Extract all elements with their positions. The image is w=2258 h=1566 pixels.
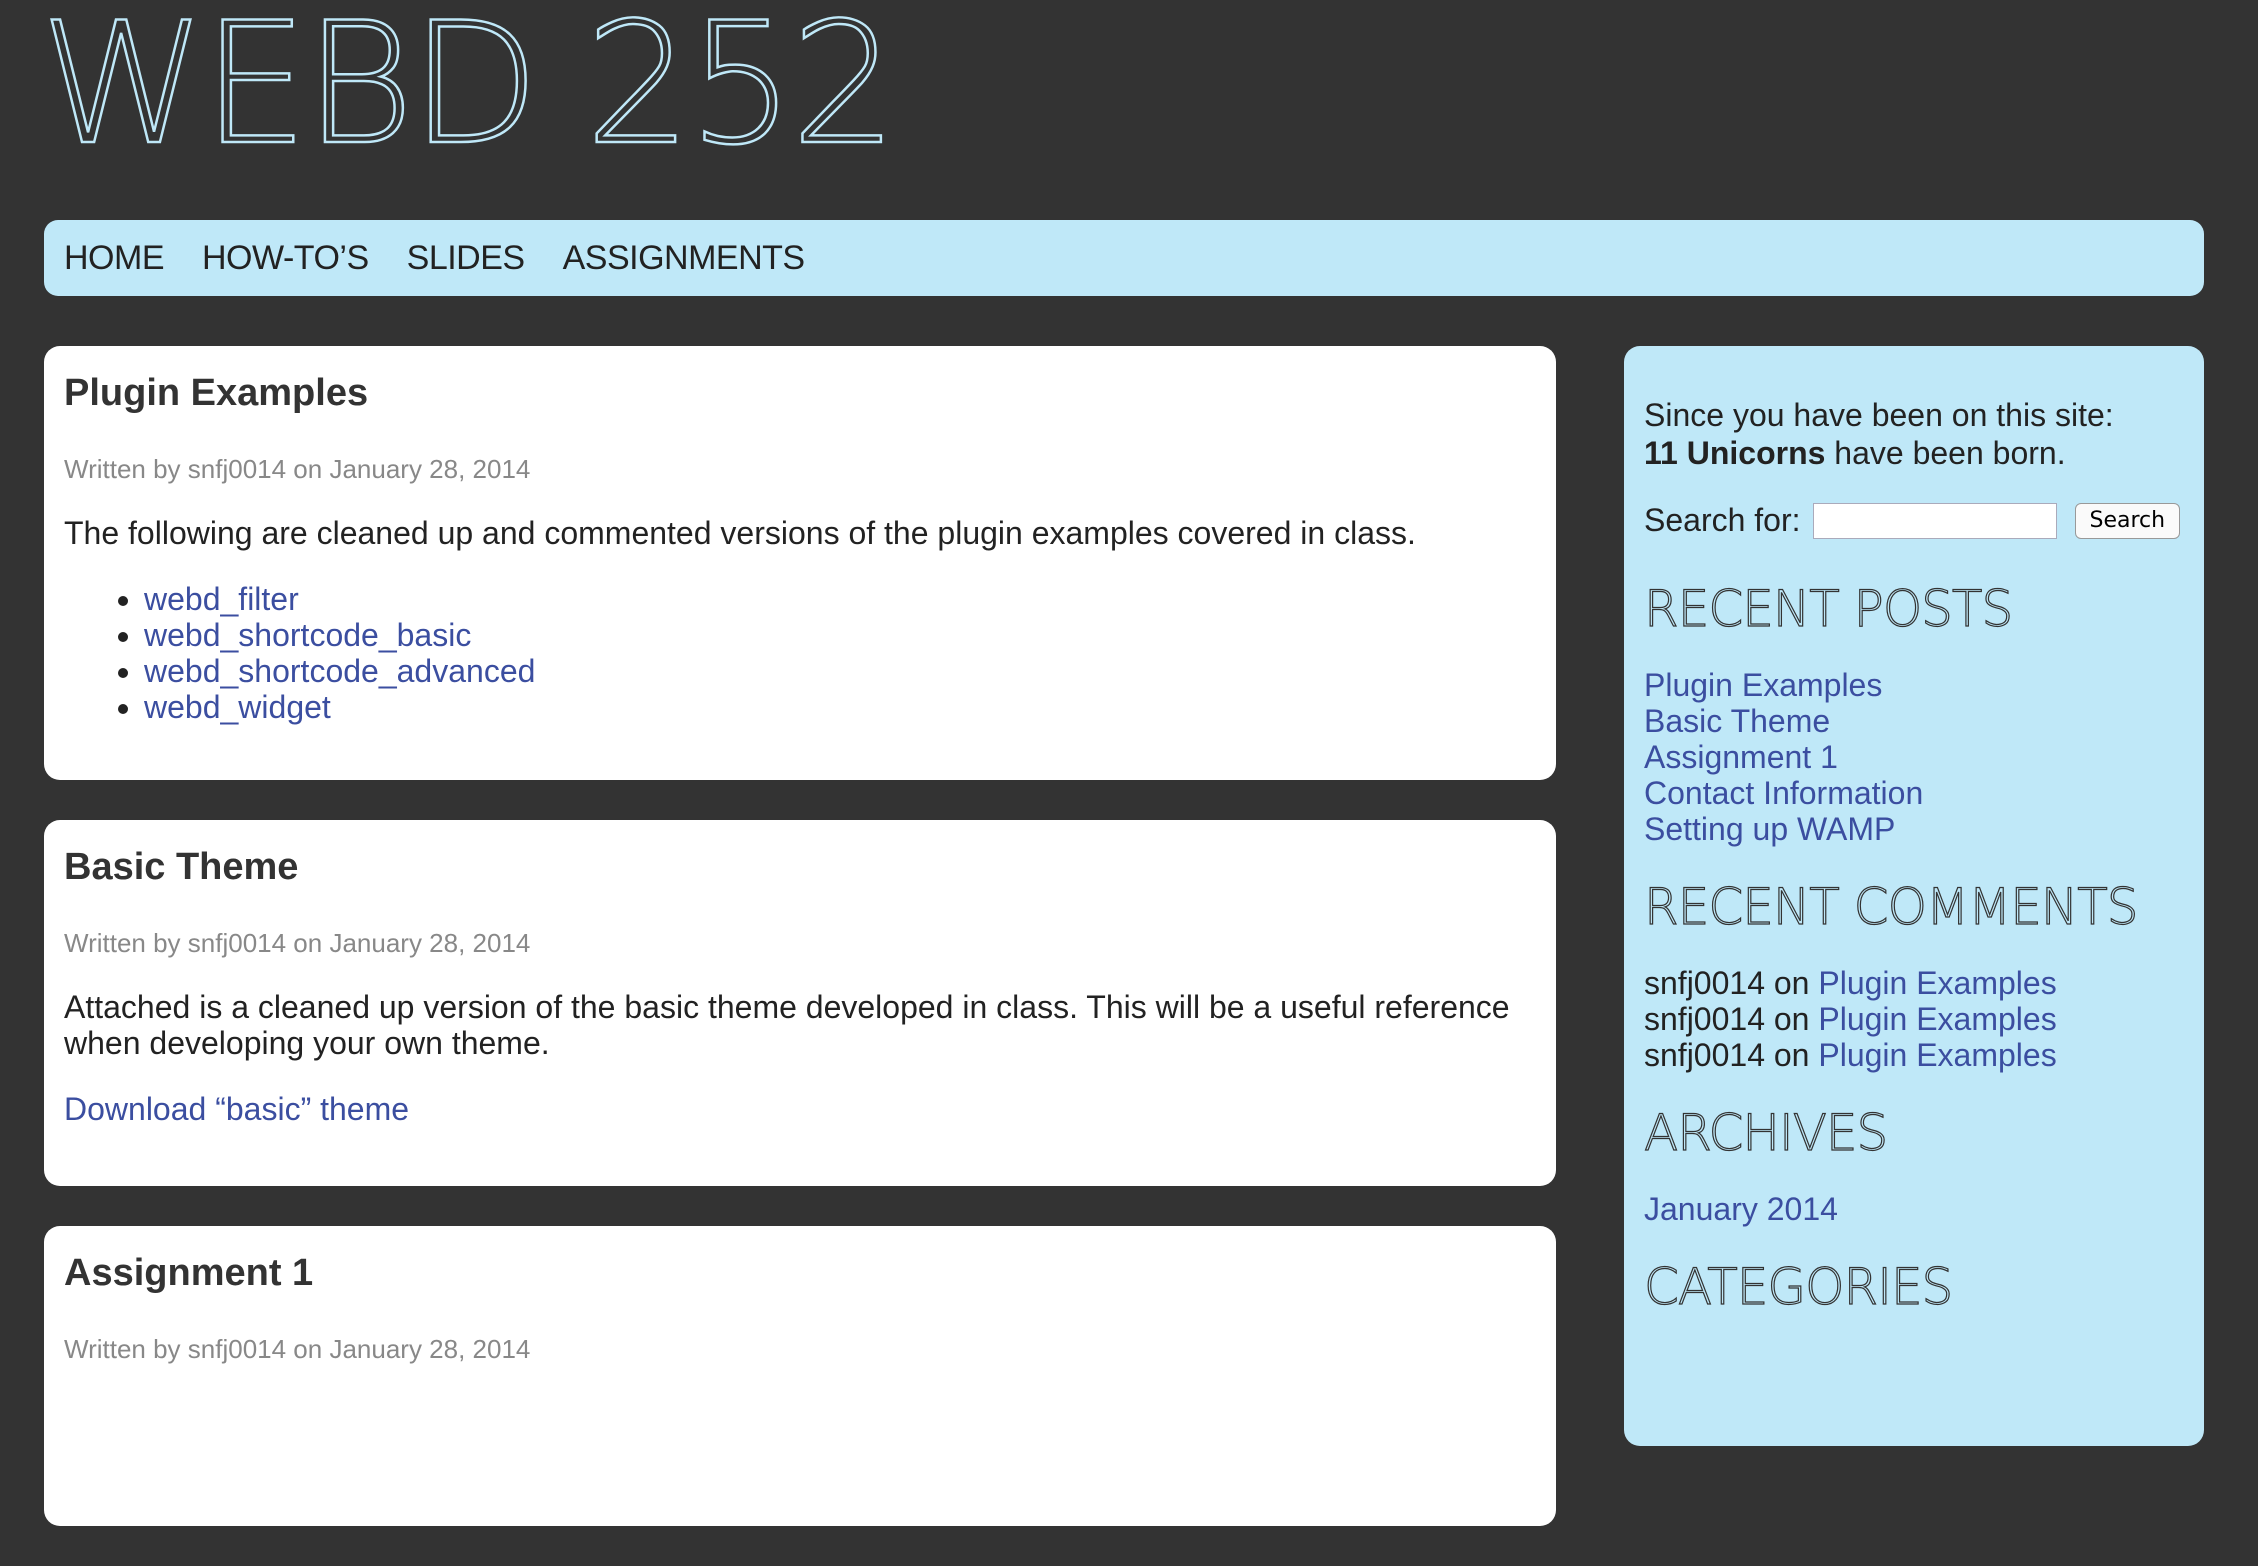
recent-post-link[interactable]: Plugin Examples bbox=[1644, 667, 1882, 703]
nav-home[interactable]: HOME bbox=[64, 239, 165, 278]
archives-title: ARCHIVES bbox=[1643, 1103, 1888, 1162]
comment-on: on bbox=[1764, 1037, 1819, 1073]
post-body: Attached is a cleaned up version of the … bbox=[64, 989, 1536, 1127]
list-item: webd_filter bbox=[144, 581, 1536, 617]
post-meta: Written by snfj0014 on January 28, 2014 bbox=[64, 928, 531, 958]
categories-title: CATEGORIES bbox=[1643, 1257, 1953, 1316]
nav-slides[interactable]: SLIDES bbox=[407, 239, 525, 278]
post-plugin-examples: Plugin Examples Written by snfj0014 on J… bbox=[44, 346, 1556, 780]
main-nav: HOME HOW-TO’S SLIDES ASSIGNMENTS bbox=[44, 220, 2204, 296]
recent-post-link[interactable]: Setting up WAMP bbox=[1644, 811, 1895, 847]
main-content: Plugin Examples Written by snfj0014 on J… bbox=[44, 346, 1556, 1566]
link-webd-widget[interactable]: webd_widget bbox=[144, 689, 331, 725]
unicorn-suffix: have been born. bbox=[1825, 435, 2066, 471]
post-meta: Written by snfj0014 on January 28, 2014 bbox=[64, 1334, 531, 1364]
link-webd-filter[interactable]: webd_filter bbox=[144, 581, 299, 617]
plugin-link-list: webd_filter webd_shortcode_basic webd_sh… bbox=[64, 581, 1536, 725]
post-basic-theme: Basic Theme Written by snfj0014 on Janua… bbox=[44, 820, 1556, 1186]
list-item: snfj0014 on Plugin Examples bbox=[1644, 1001, 2184, 1037]
recent-posts-list: Plugin Examples Basic Theme Assignment 1… bbox=[1644, 667, 2184, 847]
search-form: Search for: Search bbox=[1644, 502, 2184, 539]
post-body: The following are cleaned up and comment… bbox=[64, 515, 1536, 725]
link-webd-shortcode-basic[interactable]: webd_shortcode_basic bbox=[144, 617, 471, 653]
comment-author: snfj0014 bbox=[1644, 1037, 1765, 1073]
comment-author: snfj0014 bbox=[1644, 1001, 1765, 1037]
unicorn-count: 11 Unicorns bbox=[1644, 435, 1826, 471]
comment-on: on bbox=[1764, 965, 1819, 1001]
archives-list: January 2014 bbox=[1644, 1191, 2184, 1227]
post-title-link[interactable]: Plugin Examples bbox=[64, 372, 368, 414]
post-title[interactable]: Plugin Examples bbox=[64, 368, 1536, 418]
post-text: The following are cleaned up and comment… bbox=[64, 515, 1416, 551]
list-item: snfj0014 on Plugin Examples bbox=[1644, 1037, 2184, 1073]
nav-assignments[interactable]: ASSIGNMENTS bbox=[563, 239, 805, 278]
recent-comments-title: RECENT COMMENTS bbox=[1643, 877, 2139, 936]
post-assignment-1: Assignment 1 Written by snfj0014 on Janu… bbox=[44, 1226, 1556, 1526]
recent-post-link[interactable]: Assignment 1 bbox=[1644, 739, 1838, 775]
recent-post-link[interactable]: Contact Information bbox=[1644, 775, 1923, 811]
download-basic-theme-link[interactable]: Download “basic” theme bbox=[64, 1091, 409, 1127]
search-input[interactable] bbox=[1812, 502, 2057, 539]
post-title-link[interactable]: Assignment 1 bbox=[64, 1252, 313, 1294]
recent-comments-list: snfj0014 on Plugin Examples snfj0014 on … bbox=[1644, 965, 2184, 1073]
recent-posts-title: RECENT POSTS bbox=[1643, 579, 2013, 638]
list-item: webd_widget bbox=[144, 689, 1536, 725]
unicorn-intro: Since you have been on this site: bbox=[1644, 397, 2114, 433]
search-button[interactable]: Search bbox=[2074, 502, 2181, 539]
search-label: Search for: bbox=[1644, 502, 1801, 538]
recent-post-link[interactable]: Basic Theme bbox=[1644, 703, 1830, 739]
site-title[interactable]: WEBD 252 bbox=[39, 0, 899, 169]
post-meta: Written by snfj0014 on January 28, 2014 bbox=[64, 454, 531, 484]
post-title-link[interactable]: Basic Theme bbox=[64, 846, 298, 888]
comment-post-link[interactable]: Plugin Examples bbox=[1818, 1001, 2056, 1037]
list-item: webd_shortcode_basic bbox=[144, 617, 1536, 653]
post-title[interactable]: Assignment 1 bbox=[64, 1248, 1536, 1298]
comment-author: snfj0014 bbox=[1644, 965, 1765, 1001]
sidebar: Since you have been on this site: 11 Uni… bbox=[1624, 346, 2204, 1446]
comment-on: on bbox=[1764, 1001, 1819, 1037]
list-item: January 2014 bbox=[1644, 1191, 2184, 1227]
unicorn-counter: Since you have been on this site: 11 Uni… bbox=[1644, 396, 2184, 472]
list-item: Basic Theme bbox=[1644, 703, 2184, 739]
list-item: snfj0014 on Plugin Examples bbox=[1644, 965, 2184, 1001]
list-item: Setting up WAMP bbox=[1644, 811, 2184, 847]
archive-link[interactable]: January 2014 bbox=[1644, 1191, 1838, 1227]
comment-post-link[interactable]: Plugin Examples bbox=[1818, 965, 2056, 1001]
link-webd-shortcode-advanced[interactable]: webd_shortcode_advanced bbox=[144, 653, 535, 689]
list-item: Plugin Examples bbox=[1644, 667, 2184, 703]
list-item: Contact Information bbox=[1644, 775, 2184, 811]
list-item: Assignment 1 bbox=[1644, 739, 2184, 775]
post-text: Attached is a cleaned up version of the … bbox=[64, 989, 1510, 1061]
comment-post-link[interactable]: Plugin Examples bbox=[1818, 1037, 2056, 1073]
nav-how-tos[interactable]: HOW-TO’S bbox=[202, 239, 369, 278]
list-item: webd_shortcode_advanced bbox=[144, 653, 1536, 689]
post-title[interactable]: Basic Theme bbox=[64, 842, 1536, 892]
